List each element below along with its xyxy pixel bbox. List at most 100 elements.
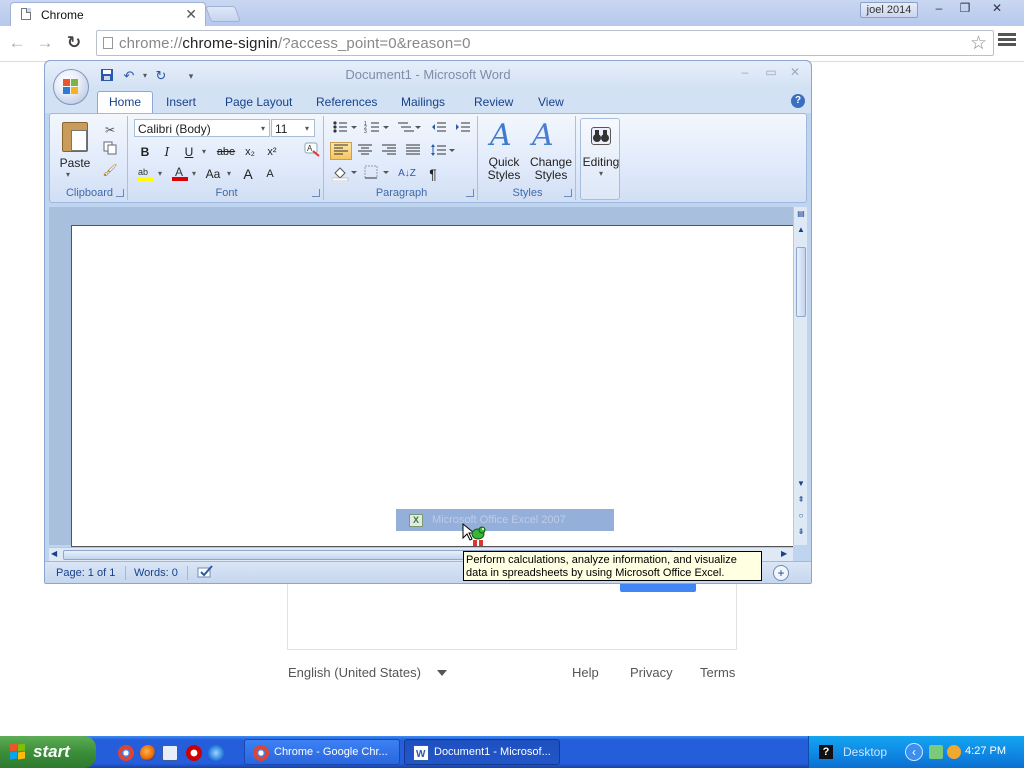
align-left-icon[interactable] (330, 142, 352, 160)
scroll-right-icon[interactable]: ▶ (781, 549, 787, 558)
help-tray-icon[interactable]: ? (819, 745, 833, 759)
browser-close-button[interactable]: ✕ (984, 0, 1010, 18)
reload-button[interactable]: ↻ (63, 33, 85, 53)
taskbar-chrome-button[interactable]: Chrome - Google Chr... (244, 739, 400, 765)
browser-restore-button[interactable]: ❐ (952, 0, 978, 18)
address-bar[interactable]: chrome://chrome-signin/?access_point=0&r… (96, 30, 994, 56)
desktop-toolbar[interactable]: Desktop (843, 745, 887, 759)
help-link[interactable]: Help (572, 665, 599, 680)
align-right-icon[interactable] (378, 142, 400, 160)
tab-references[interactable]: References (316, 95, 377, 109)
proofing-icon[interactable] (197, 565, 215, 582)
clipboard-launcher-icon[interactable] (116, 189, 124, 197)
quick-styles-button[interactable]: Quick Styles (480, 156, 528, 182)
show-formatting-button[interactable]: ¶ (422, 164, 444, 182)
paste-button[interactable]: Paste (56, 156, 94, 170)
page-count[interactable]: Page: 1 of 1 (56, 567, 115, 579)
shrink-font-button[interactable]: A (260, 164, 280, 182)
taskbar-word-button[interactable]: W Document1 - Microsof... (404, 739, 560, 765)
editing-button[interactable]: Editing ▾ (580, 118, 620, 200)
increase-indent-icon[interactable] (452, 119, 474, 137)
numbering-icon[interactable]: 123 (362, 119, 392, 137)
grow-font-button[interactable]: A (238, 164, 258, 182)
change-styles-icon[interactable]: A (532, 118, 554, 153)
shading-icon[interactable] (330, 164, 360, 182)
underline-button[interactable]: U (180, 142, 198, 160)
paste-dropdown-icon[interactable]: ▾ (66, 170, 70, 179)
paste-icon[interactable] (62, 122, 88, 152)
scroll-down-icon[interactable]: ▼ (796, 479, 806, 491)
change-styles-button[interactable]: Change Styles (526, 156, 576, 182)
start-button[interactable]: start (0, 736, 96, 768)
zoom-in-icon[interactable]: + (773, 565, 789, 581)
highlight-dropdown-icon[interactable]: ▾ (154, 164, 166, 182)
chrome-quicklaunch-icon[interactable] (118, 745, 134, 761)
language-dropdown-icon[interactable] (437, 670, 447, 676)
folder-quicklaunch-icon[interactable] (162, 745, 178, 761)
align-center-icon[interactable] (354, 142, 376, 160)
language-select[interactable]: English (United States) (288, 665, 421, 680)
change-case-dropdown-icon[interactable]: ▾ (224, 164, 234, 182)
clock[interactable]: 4:27 PM (965, 745, 1006, 757)
profile-button[interactable]: joel 2014 (860, 2, 918, 18)
select-browse-object-icon[interactable]: ○ (796, 511, 806, 523)
new-tab-button[interactable] (205, 6, 241, 22)
previous-page-icon[interactable]: ⇞ (796, 495, 806, 507)
help-icon[interactable]: ? (791, 94, 805, 108)
tab-close-button[interactable]: ✕ (185, 6, 197, 23)
cut-icon[interactable]: ✂ (100, 120, 120, 138)
word-count[interactable]: Words: 0 (134, 567, 178, 579)
updates-tray-icon[interactable] (947, 745, 961, 759)
copy-icon[interactable] (100, 140, 120, 158)
back-button[interactable]: ← (6, 33, 28, 53)
multilevel-list-icon[interactable] (394, 119, 424, 137)
tab-view[interactable]: View (538, 95, 564, 109)
browser-tab[interactable]: Chrome ✕ (10, 2, 206, 26)
font-color-icon[interactable]: A (170, 164, 190, 182)
format-painter-icon[interactable]: 🖌 (100, 160, 120, 178)
firefox-quicklaunch-icon[interactable] (140, 745, 156, 761)
clear-formatting-icon[interactable]: A (300, 140, 324, 158)
tab-insert[interactable]: Insert (166, 95, 196, 109)
font-color-dropdown-icon[interactable]: ▾ (188, 164, 200, 182)
tab-mailings[interactable]: Mailings (401, 95, 445, 109)
change-case-button[interactable]: Aa (202, 164, 224, 182)
vertical-scrollbar[interactable]: ▤ ▲ ▼ ⇞ ○ ⇟ (793, 207, 807, 545)
decrease-indent-icon[interactable] (428, 119, 450, 137)
scroll-left-icon[interactable]: ◀ (51, 549, 57, 558)
show-hidden-icons-icon[interactable]: ‹ (905, 743, 923, 761)
font-name-input[interactable]: Calibri (Body) (134, 119, 270, 137)
highlight-color-icon[interactable]: ab (134, 164, 156, 182)
terms-link[interactable]: Terms (700, 665, 735, 680)
network-tray-icon[interactable] (929, 745, 943, 759)
superscript-button[interactable]: x² (262, 142, 282, 160)
word-close-button[interactable]: ✕ (785, 65, 805, 83)
quick-styles-icon[interactable]: A (490, 118, 512, 153)
privacy-link[interactable]: Privacy (630, 665, 673, 680)
vertical-scroll-thumb[interactable] (796, 247, 806, 317)
underline-dropdown-icon[interactable]: ▾ (198, 142, 210, 160)
scroll-up-icon[interactable]: ▲ (796, 225, 806, 237)
office-button[interactable] (53, 69, 89, 105)
font-launcher-icon[interactable] (312, 189, 320, 197)
tab-home[interactable]: Home (97, 91, 154, 113)
word-restore-button[interactable]: ▭ (761, 65, 781, 83)
chrome-menu-icon[interactable] (998, 33, 1016, 51)
line-spacing-icon[interactable] (428, 142, 458, 160)
justify-icon[interactable] (402, 142, 424, 160)
font-size-dropdown-icon[interactable]: ▾ (300, 119, 314, 137)
word-minimize-button[interactable]: – (735, 65, 755, 83)
next-page-icon[interactable]: ⇟ (796, 527, 806, 539)
styles-launcher-icon[interactable] (564, 189, 572, 197)
document-page[interactable] (71, 225, 793, 547)
italic-button[interactable]: I (158, 142, 176, 160)
tab-review[interactable]: Review (474, 95, 513, 109)
bold-button[interactable]: B (136, 142, 154, 160)
ie-quicklaunch-icon[interactable] (208, 745, 224, 761)
paragraph-launcher-icon[interactable] (466, 189, 474, 197)
borders-icon[interactable] (362, 164, 392, 182)
forward-button[interactable]: → (34, 33, 56, 53)
opera-quicklaunch-icon[interactable] (186, 745, 202, 761)
ruler-toggle-icon[interactable]: ▤ (796, 209, 806, 221)
bullets-icon[interactable] (330, 119, 360, 137)
